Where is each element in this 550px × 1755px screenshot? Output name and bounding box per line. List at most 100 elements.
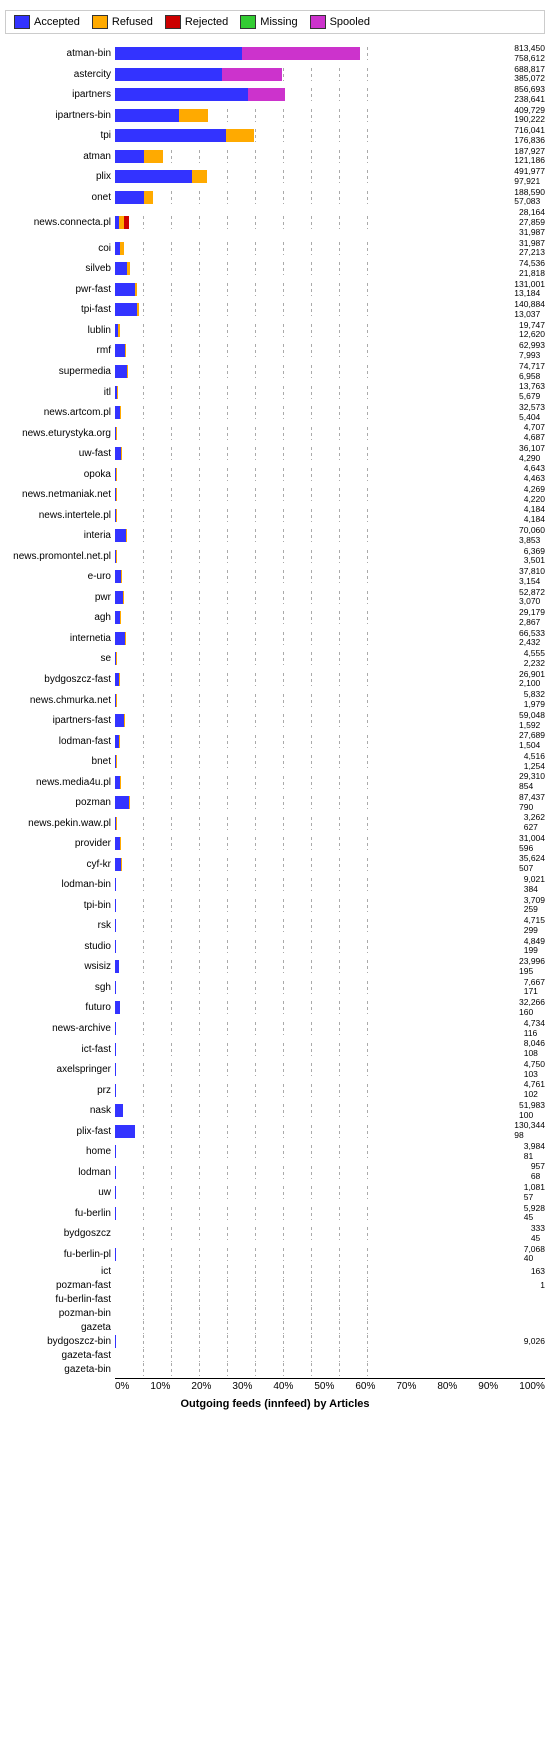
legend-color xyxy=(240,15,256,29)
grid-line xyxy=(255,1104,256,1117)
row-label: e-uro xyxy=(5,571,115,582)
grid-line xyxy=(367,216,368,229)
bar-segment-refused xyxy=(120,242,124,255)
bar-segment-accepted xyxy=(115,632,125,645)
grid-line xyxy=(143,1145,144,1158)
grid-line xyxy=(339,632,340,645)
grid-line xyxy=(171,509,172,522)
bar-segments xyxy=(115,1145,522,1158)
grid-line xyxy=(311,468,312,481)
grid-line xyxy=(367,611,368,624)
grid-line xyxy=(283,262,284,275)
grid-line xyxy=(283,1349,284,1362)
grid-line xyxy=(311,735,312,748)
row-label: axelspringer xyxy=(5,1064,115,1075)
grid-line xyxy=(311,1043,312,1056)
bar-segment-refused xyxy=(192,170,207,183)
legend-item-accepted: Accepted xyxy=(14,15,80,29)
grid-line xyxy=(227,960,228,973)
grid-line xyxy=(339,365,340,378)
grid-line xyxy=(339,960,340,973)
grid-line xyxy=(311,837,312,850)
bar-segments xyxy=(115,735,517,748)
grid-line xyxy=(311,150,312,163)
grid-line xyxy=(199,1043,200,1056)
grid-line xyxy=(171,1307,172,1320)
grid-line xyxy=(255,1227,256,1240)
grid-line xyxy=(143,1207,144,1220)
grid-line xyxy=(199,570,200,583)
grid-line xyxy=(199,694,200,707)
bar-value-labels: 9,026 xyxy=(522,1337,545,1347)
bar-segments xyxy=(115,858,517,871)
bar-segments xyxy=(115,1084,522,1097)
grid-line xyxy=(143,899,144,912)
grid-line xyxy=(311,1104,312,1117)
bar-segment-refused xyxy=(116,427,117,440)
bar-segments xyxy=(115,365,517,378)
row-label: news.artcom.pl xyxy=(5,407,115,418)
grid-line xyxy=(171,611,172,624)
bar-segment-accepted xyxy=(115,529,126,542)
grid-line xyxy=(367,735,368,748)
bar-row: lodman-fast27,6891,504 xyxy=(5,731,545,751)
grid-line xyxy=(283,1084,284,1097)
grid-line xyxy=(199,344,200,357)
bar-segment-accepted xyxy=(115,344,125,357)
grid-line xyxy=(143,837,144,850)
grid-line xyxy=(143,216,144,229)
grid-line xyxy=(339,1279,340,1292)
grid-line xyxy=(255,191,256,204)
grid-line xyxy=(255,714,256,727)
bar-segments xyxy=(115,1279,538,1292)
grid-line xyxy=(283,796,284,809)
grid-line xyxy=(311,1307,312,1320)
grid-line xyxy=(199,386,200,399)
grid-line xyxy=(311,1084,312,1097)
chart-container: Accepted Refused Rejected Missing Spoole… xyxy=(0,0,550,1420)
grid-line xyxy=(283,1293,284,1306)
bar-segments xyxy=(115,796,517,809)
grid-line xyxy=(255,365,256,378)
grid-line xyxy=(143,1363,144,1376)
grid-line xyxy=(283,837,284,850)
grid-line xyxy=(199,673,200,686)
grid-line xyxy=(199,1307,200,1320)
grid-line xyxy=(227,919,228,932)
grid-line xyxy=(367,1063,368,1076)
grid-line xyxy=(339,1022,340,1035)
bar-segments xyxy=(115,1335,522,1348)
bar-value-labels: 19,74712,620 xyxy=(517,321,545,341)
bar-value-labels: 66,5332,432 xyxy=(517,629,545,649)
grid-line xyxy=(311,386,312,399)
grid-line xyxy=(227,1279,228,1292)
grid-line xyxy=(227,591,228,604)
bar-value-labels: 1 xyxy=(538,1281,545,1291)
grid-line xyxy=(255,1186,256,1199)
bar-segments xyxy=(115,899,522,912)
row-label: gazeta-bin xyxy=(5,1364,115,1375)
grid-line xyxy=(227,611,228,624)
grid-line xyxy=(255,1248,256,1261)
bar-segment-refused xyxy=(121,447,122,460)
bar-segment-refused xyxy=(127,262,130,275)
grid-line xyxy=(171,1145,172,1158)
bar-segment-refused xyxy=(144,191,153,204)
grid-line xyxy=(143,1043,144,1056)
grid-line xyxy=(367,324,368,337)
grid-line xyxy=(367,960,368,973)
legend-label: Missing xyxy=(260,16,297,28)
bar-row: tpi-fast140,88413,037 xyxy=(5,300,545,320)
grid-line xyxy=(311,817,312,830)
bar-row: studio4,849199 xyxy=(5,937,545,957)
grid-line xyxy=(367,899,368,912)
bar-value-labels: 4,2694,220 xyxy=(522,485,545,505)
grid-line xyxy=(143,1063,144,1076)
grid-line xyxy=(339,509,340,522)
grid-line xyxy=(199,1363,200,1376)
grid-line xyxy=(367,303,368,316)
grid-line xyxy=(367,1166,368,1179)
row-label: lublin xyxy=(5,325,115,336)
x-axis-label: 40% xyxy=(273,1381,293,1392)
grid-line xyxy=(367,129,368,142)
